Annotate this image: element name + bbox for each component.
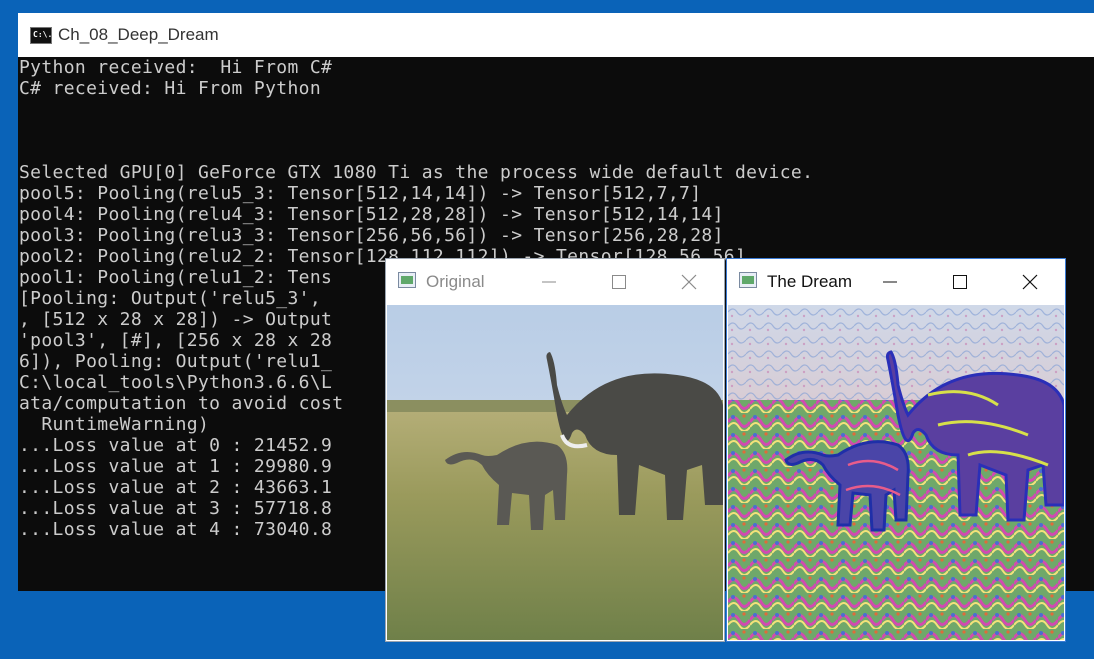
minimize-button[interactable] <box>514 259 584 305</box>
original-image <box>387 305 723 640</box>
cmd-icon-text: C:\. <box>33 30 53 39</box>
elephant-photo <box>387 305 723 640</box>
console-line: pool4: Pooling(relu4_3: Tensor[512,28,28… <box>19 204 724 225</box>
console-line: ...Loss value at 2 : 43663.1 <box>19 477 333 498</box>
console-line: pool3: Pooling(relu3_3: Tensor[256,56,56… <box>19 225 724 246</box>
console-line: C# received: Hi From Python <box>19 78 322 99</box>
console-line: Selected GPU[0] GeForce GTX 1080 Ti as t… <box>19 162 814 183</box>
console-line: ata/computation to avoid cost <box>19 393 344 414</box>
minimize-button[interactable] <box>855 259 925 305</box>
dream-window-title: The Dream <box>767 272 853 291</box>
dream-titlebar[interactable]: The Dream <box>727 259 1065 305</box>
original-window[interactable]: Original <box>385 258 725 642</box>
original-titlebar[interactable]: Original <box>386 259 724 305</box>
minimize-icon <box>542 281 556 283</box>
maximize-button[interactable] <box>584 259 654 305</box>
console-line: ...Loss value at 3 : 57718.8 <box>19 498 333 519</box>
maximize-icon <box>612 275 626 289</box>
close-icon <box>1022 274 1038 290</box>
app-icon <box>398 272 416 288</box>
maximize-icon <box>953 275 967 289</box>
console-line: Python received: Hi From C# <box>19 57 333 78</box>
console-titlebar[interactable]: C:\. Ch_08_Deep_Dream <box>18 13 1094 57</box>
console-line: ...Loss value at 4 : 73040.8 <box>19 519 333 540</box>
original-window-title: Original <box>426 272 485 291</box>
deep-dream-image <box>728 305 1064 640</box>
close-button[interactable] <box>995 259 1065 305</box>
console-line: RuntimeWarning) <box>19 414 210 435</box>
close-icon <box>681 274 697 290</box>
console-line: pool5: Pooling(relu5_3: Tensor[512,14,14… <box>19 183 702 204</box>
close-button[interactable] <box>654 259 724 305</box>
dream-window[interactable]: The Dream <box>726 258 1066 642</box>
console-line: ...Loss value at 1 : 29980.9 <box>19 456 333 477</box>
app-icon <box>739 272 757 288</box>
minimize-icon <box>883 281 897 283</box>
console-title: Ch_08_Deep_Dream <box>58 25 219 44</box>
cmd-icon: C:\. <box>30 27 52 44</box>
dream-image <box>728 305 1064 640</box>
console-line: ...Loss value at 0 : 21452.9 <box>19 435 333 456</box>
maximize-button[interactable] <box>925 259 995 305</box>
